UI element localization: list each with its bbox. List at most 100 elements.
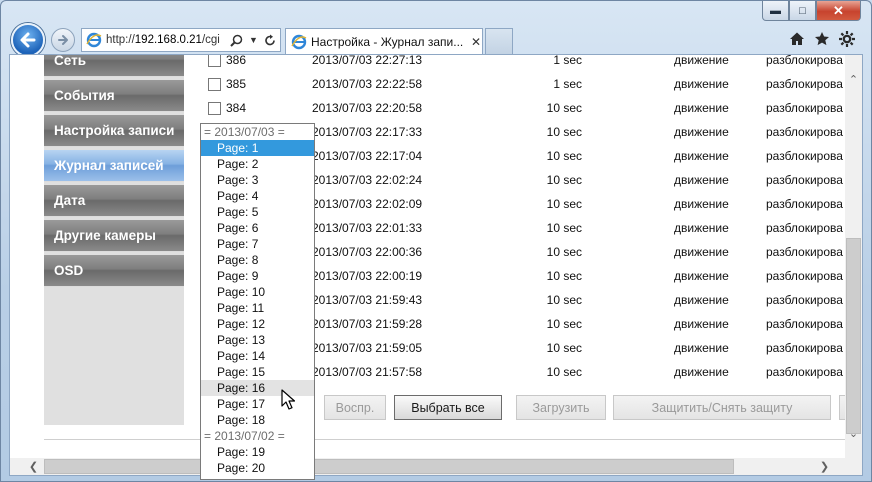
sidebar-item-label: Журнал записей	[54, 158, 164, 173]
record-event: движение	[674, 221, 729, 235]
download-button[interactable]: Загрузить	[516, 395, 606, 420]
dropdown-option[interactable]: Page: 16	[201, 380, 314, 396]
record-duration: 10 sec	[546, 149, 582, 163]
address-dropdown-icon[interactable]: ▼	[249, 35, 258, 45]
table-row[interactable]: 385 2013/07/03 22:22:58 1 sec движение разбл…	[206, 72, 846, 96]
sidebar-item-osd[interactable]: OSD	[44, 255, 184, 287]
dropdown-option[interactable]: Page: 13	[201, 332, 314, 348]
dropdown-option[interactable]: Page: 14	[201, 348, 314, 364]
dropdown-option[interactable]: Page: 20	[201, 460, 314, 476]
dropdown-option[interactable]: Page: 2	[201, 156, 314, 172]
record-time: 2013/07/03 22:17:33	[312, 125, 423, 139]
record-status: разблокирова	[766, 293, 843, 307]
scroll-left-icon[interactable]: ❮	[25, 458, 42, 475]
play-button[interactable]: Воспр.	[324, 395, 386, 420]
row-checkbox[interactable]	[208, 77, 221, 91]
dropdown-option[interactable]: Page: 1	[201, 140, 314, 156]
ie-logo-icon	[86, 32, 102, 48]
home-icon[interactable]	[789, 31, 805, 47]
record-event: движение	[674, 125, 729, 139]
row-checkbox[interactable]	[208, 101, 221, 115]
record-duration: 10 sec	[546, 317, 582, 331]
record-time: 2013/07/03 22:00:36	[312, 245, 423, 259]
forward-button[interactable]	[51, 28, 75, 52]
vertical-scroll-thumb[interactable]	[846, 238, 861, 434]
table-row[interactable]: 384 2013/07/03 22:20:58 10 sec движение разб…	[206, 96, 846, 120]
dropdown-option[interactable]: Page: 17	[201, 396, 314, 412]
record-event: движение	[674, 341, 729, 355]
record-time: 2013/07/03 22:22:58	[312, 77, 423, 91]
scroll-up-icon[interactable]: ⌃	[845, 71, 862, 88]
record-time: 2013/07/03 22:17:04	[312, 149, 423, 163]
dropdown-option[interactable]: Page: 9	[201, 268, 314, 284]
new-tab-button[interactable]	[485, 28, 513, 54]
horizontal-scrollbar[interactable]: ❮ ❯	[10, 458, 862, 475]
record-time: 2013/07/03 21:59:43	[312, 293, 423, 307]
page-select-dropdown[interactable]: = 2013/07/03 = Page: 1 Page: 2 Page: 3 Page:…	[200, 123, 315, 480]
play-button-label: Воспр.	[335, 400, 375, 415]
dropdown-option[interactable]: Page: 5	[201, 204, 314, 220]
dropdown-group-header: = 2013/07/02 =	[204, 429, 285, 443]
sidebar-item-record-settings[interactable]: Настройка записи	[44, 115, 184, 147]
refresh-icon[interactable]	[264, 34, 276, 47]
search-icon[interactable]	[230, 34, 243, 47]
scroll-right-icon[interactable]: ❯	[816, 458, 833, 475]
record-status: разблокирова	[766, 54, 843, 67]
protect-button-label: Защитить/Снять защиту	[651, 400, 793, 415]
dropdown-option[interactable]: Page: 8	[201, 252, 314, 268]
record-duration: 10 sec	[546, 245, 582, 259]
record-duration: 10 sec	[546, 125, 582, 139]
tab-title: Настройка - Журнал запи...	[311, 34, 464, 49]
address-url[interactable]: http://192.168.0.21/cgi	[106, 34, 228, 46]
back-arrow-icon	[20, 32, 36, 48]
maximize-button[interactable]: □	[789, 1, 816, 21]
favorites-star-icon[interactable]	[814, 31, 830, 47]
sidebar-item-date[interactable]: Дата	[44, 185, 184, 217]
dropdown-option[interactable]: Page: 18	[201, 412, 314, 428]
tab-active[interactable]: Настройка - Журнал запи... ✕	[285, 28, 483, 54]
record-time: 2013/07/03 21:59:28	[312, 317, 423, 331]
sidebar-item-label: Дата	[54, 193, 86, 208]
record-status: разблокирова	[766, 197, 843, 211]
record-event: движение	[674, 317, 729, 331]
sidebar-item-events[interactable]: События	[44, 80, 184, 112]
ie-tab-icon	[291, 34, 307, 49]
minimize-button[interactable]: ▬	[762, 1, 789, 21]
dropdown-option[interactable]: Page: 6	[201, 220, 314, 236]
close-tab-icon[interactable]: ✕	[471, 35, 481, 49]
back-button[interactable]	[11, 23, 45, 57]
record-duration: 10 sec	[546, 221, 582, 235]
vertical-scrollbar[interactable]: ⌃ ⌄	[845, 55, 862, 459]
record-time: 2013/07/03 22:00:19	[312, 269, 423, 283]
protect-button[interactable]: Защитить/Снять защиту	[613, 395, 831, 420]
close-window-button[interactable]: ✕	[816, 1, 861, 21]
dropdown-option[interactable]: Page: 19	[201, 444, 314, 460]
record-duration: 10 sec	[546, 197, 582, 211]
record-duration: 1 sec	[553, 54, 582, 67]
sidebar-item-label: Настройка записи	[54, 123, 175, 138]
dropdown-option[interactable]: Page: 7	[201, 236, 314, 252]
window-caption-buttons: ▬ □ ✕	[762, 1, 861, 22]
table-row[interactable]: 386 2013/07/03 22:27:13 1 sec движение разбл…	[206, 54, 846, 72]
record-time: 2013/07/03 22:01:33	[312, 221, 423, 235]
address-bar[interactable]: http://192.168.0.21/cgi ▼	[81, 28, 281, 52]
record-status: разблокирова	[766, 341, 843, 355]
dropdown-option[interactable]: Page: 15	[201, 364, 314, 380]
dropdown-option[interactable]: Page: 11	[201, 300, 314, 316]
settings-gear-icon[interactable]	[839, 31, 855, 47]
select-all-button[interactable]: Выбрать все	[394, 395, 502, 420]
sidebar-item-other-cameras[interactable]: Другие камеры	[44, 220, 184, 252]
scroll-down-icon[interactable]: ⌄	[845, 425, 862, 442]
sidebar-item-record-log[interactable]: Журнал записей	[44, 150, 184, 182]
dropdown-option[interactable]: Page: 10	[201, 284, 314, 300]
horizontal-scroll-thumb[interactable]	[44, 459, 734, 474]
dropdown-option[interactable]: Page: 12	[201, 316, 314, 332]
row-checkbox[interactable]	[208, 55, 221, 67]
record-event: движение	[674, 245, 729, 259]
dropdown-option[interactable]: Page: 4	[201, 188, 314, 204]
dropdown-option[interactable]: Page: 3	[201, 172, 314, 188]
sidebar-item-label: Сеть	[54, 54, 86, 68]
record-time: 2013/07/03 22:27:13	[312, 54, 423, 67]
record-status: разблокирова	[766, 365, 843, 379]
sidebar-item-network[interactable]: Сеть	[44, 54, 184, 77]
